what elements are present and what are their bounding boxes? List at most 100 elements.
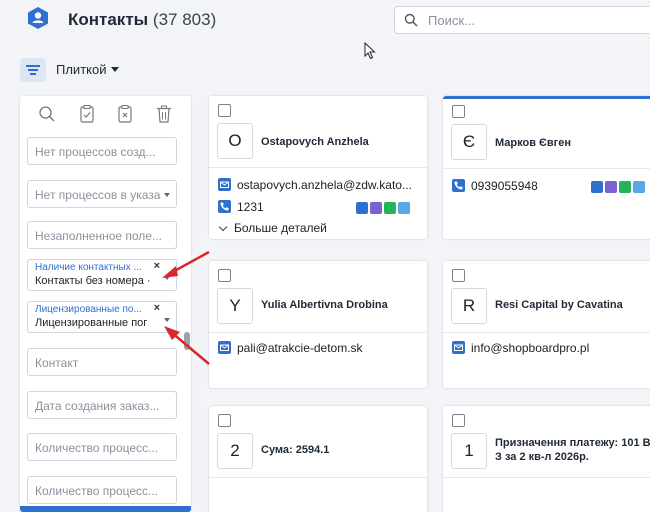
- card-checkbox[interactable]: [452, 414, 465, 427]
- filter-contact-availability-select[interactable]: Наличие контактных ... Контакты без номе…: [27, 259, 177, 291]
- contact-card[interactable]: R Resi Capital by Cavatina info@shopboar…: [443, 261, 650, 388]
- contact-email-text: info@shopboardpro.pl: [471, 341, 590, 355]
- contact-phone[interactable]: 1231: [218, 200, 418, 214]
- whatsapp-icon[interactable]: [384, 202, 396, 214]
- filter-placeholder: Незаполненное поле...: [35, 229, 162, 243]
- whatsapp-icon[interactable]: [619, 181, 631, 193]
- filter-process-count-1[interactable]: Количество процесс...: [27, 433, 177, 461]
- card-divider: [443, 477, 650, 478]
- trash-icon[interactable]: [155, 104, 173, 124]
- telegram-icon[interactable]: [398, 202, 410, 214]
- avatar: Є: [451, 124, 487, 160]
- card-divider: [209, 332, 427, 333]
- chevron-down-icon: [164, 318, 170, 322]
- contact-phone[interactable]: 0939055948: [452, 179, 650, 193]
- filter-order-creation-date[interactable]: Дата создания заказ...: [27, 391, 177, 419]
- card-divider: [443, 168, 650, 169]
- clear-icon[interactable]: ×: [154, 260, 160, 272]
- filter-value: Контакты без номера ·: [35, 275, 151, 287]
- contact-name[interactable]: Сума: 2594.1: [261, 444, 329, 456]
- search-icon[interactable]: [38, 104, 56, 124]
- card-checkbox[interactable]: [218, 269, 231, 282]
- filter-process-count-2[interactable]: Количество процесс...: [27, 476, 177, 504]
- sidebar-apply-bar[interactable]: [20, 506, 191, 512]
- contacts-count: (37 803): [152, 10, 217, 29]
- chevron-down-icon: [164, 193, 170, 197]
- contact-card[interactable]: 2 Сума: 2594.1: [209, 406, 427, 512]
- contact-phone-text: 0939055948: [471, 179, 538, 193]
- viber-icon[interactable]: [370, 202, 382, 214]
- card-divider: [443, 332, 650, 333]
- app-logo-icon[interactable]: [26, 6, 50, 30]
- chevron-down-icon: [111, 67, 120, 72]
- contact-card[interactable]: 1 Призначення платежу: 101 В З за 2 кв-л…: [443, 406, 650, 512]
- contact-phone-text: 1231: [237, 200, 264, 214]
- search-icon: [404, 13, 418, 27]
- contact-card[interactable]: Є Марков Євген 0939055948: [443, 96, 650, 239]
- phone-icon: [452, 179, 465, 192]
- filter-value: Лицензированные пог: [35, 317, 148, 329]
- avatar: O: [217, 123, 253, 159]
- contact-card[interactable]: O Ostapovych Anzhela ostapovych.anzhela@…: [209, 96, 427, 239]
- phone-icon: [218, 200, 231, 213]
- filter-placeholder: Количество процесс...: [35, 484, 159, 498]
- contact-email[interactable]: pali@atrakcie-detom.sk: [218, 341, 363, 355]
- telegram-icon[interactable]: [633, 181, 645, 193]
- chevron-down-icon: [218, 222, 228, 232]
- clipboard-x-icon[interactable]: [116, 104, 134, 124]
- email-icon: [452, 341, 465, 354]
- more-details-toggle[interactable]: Больше деталей: [218, 221, 327, 235]
- contact-name[interactable]: Ostapovych Anzhela: [261, 136, 369, 148]
- filter-no-created-processes[interactable]: Нет процессов созд...: [27, 137, 177, 165]
- card-divider: [209, 167, 427, 168]
- contact-name[interactable]: Resi Capital by Cavatina: [495, 299, 623, 311]
- contact-email[interactable]: info@shopboardpro.pl: [452, 341, 589, 355]
- avatar: R: [451, 288, 487, 324]
- card-checkbox[interactable]: [218, 414, 231, 427]
- filter-empty-field[interactable]: Незаполненное поле...: [27, 221, 177, 249]
- sidebar-scrollbar-thumb[interactable]: [184, 332, 190, 350]
- viber-icon[interactable]: [605, 181, 617, 193]
- contact-name[interactable]: Yulia Albertivna Drobina: [261, 299, 388, 311]
- filter-placeholder: Дата создания заказ...: [35, 399, 160, 413]
- sms-icon[interactable]: [356, 202, 368, 214]
- contact-name-line-2: З за 2 кв-л 2026р.: [495, 451, 589, 463]
- filter-placeholder: Контакт: [35, 356, 79, 370]
- card-checkbox[interactable]: [218, 104, 231, 117]
- sidebar-toolbar: [20, 102, 191, 126]
- sms-icon[interactable]: [591, 181, 603, 193]
- clipboard-check-icon[interactable]: [78, 104, 96, 124]
- page-title-text: Контакты: [68, 10, 149, 29]
- filter-placeholder: Нет процессов созд...: [35, 145, 156, 159]
- filter-label: Наличие контактных ...: [35, 262, 142, 273]
- contact-name-line-1: Призначення платежу: 101 В: [495, 437, 650, 449]
- card-divider: [209, 477, 427, 478]
- card-checkbox[interactable]: [452, 269, 465, 282]
- mouse-cursor-icon: [364, 42, 376, 60]
- filter-no-processes-in-select[interactable]: Нет процессов в указа: [27, 180, 177, 208]
- filter-placeholder: Количество процесс...: [35, 441, 159, 455]
- filter-toggle-button[interactable]: [20, 58, 46, 82]
- filter-licensed-select[interactable]: Лицензированные по... Лицензированные по…: [27, 301, 177, 333]
- search-input[interactable]: Поиск...: [394, 6, 650, 34]
- filter-label: Лицензированные по...: [35, 304, 142, 315]
- view-mode-dropdown[interactable]: Плиткой: [56, 62, 120, 77]
- filter-icon: [26, 65, 40, 67]
- contact-email-text: ostapovych.anzhela@zdw.kato...: [237, 178, 412, 192]
- contact-name[interactable]: Призначення платежу: 101 В З за 2 кв-л 2…: [495, 436, 650, 464]
- app-header: Контакты (37 803) Поиск...: [0, 0, 650, 40]
- avatar: 2: [217, 433, 253, 469]
- search-placeholder: Поиск...: [428, 13, 475, 28]
- more-details-label: Больше деталей: [234, 221, 327, 235]
- clear-icon[interactable]: ×: [154, 302, 160, 314]
- email-icon: [218, 341, 231, 354]
- contact-card[interactable]: Y Yulia Albertivna Drobina pali@atrakcie…: [209, 261, 427, 388]
- filter-contact[interactable]: Контакт: [27, 348, 177, 376]
- contact-email[interactable]: ostapovych.anzhela@zdw.kato...: [218, 178, 412, 192]
- messenger-icons: [589, 181, 645, 196]
- page-title: Контакты (37 803): [68, 10, 216, 30]
- avatar: Y: [217, 288, 253, 324]
- messenger-icons: [354, 202, 410, 217]
- contact-name[interactable]: Марков Євген: [495, 137, 571, 149]
- card-checkbox[interactable]: [452, 105, 465, 118]
